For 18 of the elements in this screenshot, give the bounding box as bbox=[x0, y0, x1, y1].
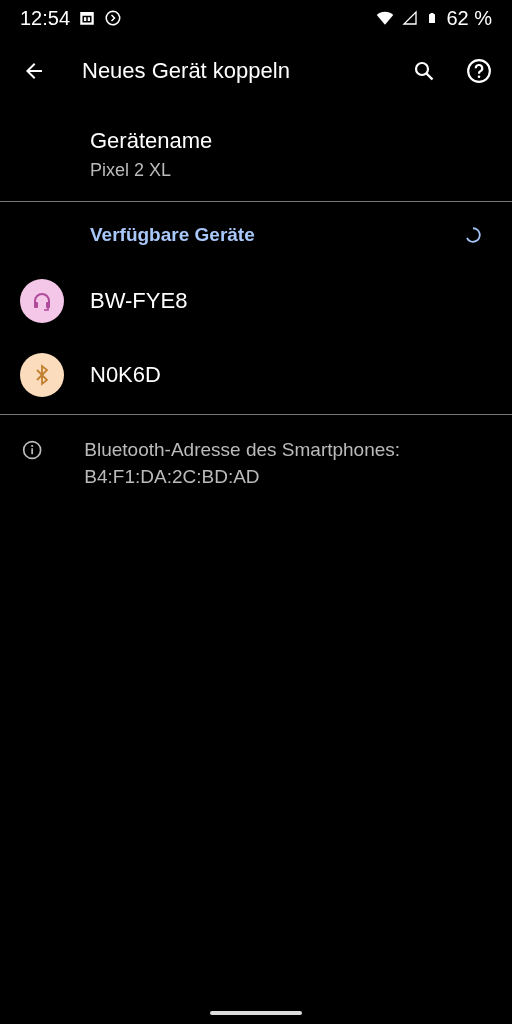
device-name-title: Gerätename bbox=[90, 128, 214, 154]
home-handle[interactable] bbox=[210, 1011, 302, 1015]
help-icon bbox=[466, 58, 492, 84]
search-icon bbox=[412, 59, 436, 83]
device-name: N0K6D bbox=[90, 362, 161, 388]
device-name-item[interactable]: Gerätename Pixel 2 XL bbox=[0, 106, 512, 199]
calendar-icon bbox=[78, 9, 97, 27]
device-item[interactable]: N0K6D bbox=[0, 338, 512, 412]
device-item[interactable]: BW-FYE8 bbox=[0, 264, 512, 338]
battery-percent: 62 % bbox=[446, 6, 492, 30]
info-text: Bluetooth-Adresse des Smartphones: B4:F1:DA:2C:BD:AD bbox=[84, 438, 402, 489]
cell-signal-icon bbox=[402, 9, 419, 27]
section-heading: Verfügbare Geräte bbox=[90, 224, 255, 246]
device-name: BW-FYE8 bbox=[90, 288, 188, 314]
screen-title: Neues Gerät koppeln bbox=[82, 58, 291, 84]
device-name-value: Pixel 2 XL bbox=[90, 160, 173, 181]
clock-time: 12:54 bbox=[20, 6, 71, 30]
wifi-icon bbox=[376, 9, 395, 27]
